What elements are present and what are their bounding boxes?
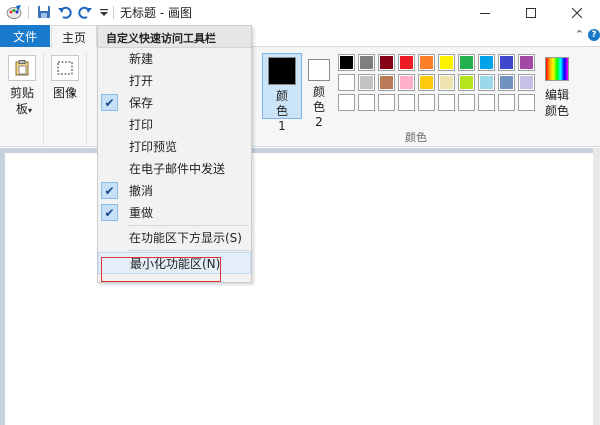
checkmark-icon: ✔: [101, 182, 118, 199]
palette-swatch[interactable]: [398, 54, 415, 71]
color2-label: 颜色 2: [312, 85, 325, 129]
clipboard-button[interactable]: 剪贴板 ▾: [7, 55, 37, 119]
edit-colors-icon: [545, 57, 569, 81]
menu-item-label: 打印预览: [129, 140, 178, 154]
palette-swatch[interactable]: [418, 54, 435, 71]
palette-swatch[interactable]: [338, 54, 355, 71]
color-group-label: 颜色: [405, 131, 427, 144]
palette-swatch[interactable]: [398, 74, 415, 91]
save-icon[interactable]: [36, 4, 52, 20]
palette-swatch[interactable]: [358, 94, 375, 111]
color2-swatch: [308, 59, 330, 81]
close-button[interactable]: [554, 0, 600, 25]
customize-toolbar-dropdown-icon[interactable]: [96, 4, 112, 20]
menu-item-label: 重做: [129, 206, 154, 220]
menu-item-show-below[interactable]: 在功能区下方显示(S): [98, 227, 251, 249]
menu-item-label: 在功能区下方显示(S): [129, 231, 242, 245]
palette-swatch[interactable]: [438, 54, 455, 71]
palette-swatch[interactable]: [458, 74, 475, 91]
palette-swatch[interactable]: [418, 94, 435, 111]
menu-separator: [128, 250, 249, 251]
checkmark-icon: ✔: [101, 94, 118, 111]
palette-swatch[interactable]: [458, 94, 475, 111]
menu-item[interactable]: ✔ 保存: [98, 92, 251, 114]
palette-swatch[interactable]: [518, 54, 535, 71]
palette-swatch[interactable]: [438, 94, 455, 111]
menu-item-label: 撤消: [129, 184, 154, 198]
menu-item[interactable]: 打印: [98, 114, 251, 136]
menu-separator: [128, 225, 249, 226]
color2-button[interactable]: 颜色 2: [306, 53, 332, 129]
palette-swatch[interactable]: [518, 94, 535, 111]
paint-app-icon[interactable]: [6, 4, 22, 20]
checkmark-icon: ✔: [101, 204, 118, 221]
palette-swatch[interactable]: [358, 54, 375, 71]
redo-icon[interactable]: [77, 4, 93, 20]
palette-swatch[interactable]: [398, 94, 415, 111]
color1-swatch: [268, 57, 296, 85]
ribbon-tab-bar: 文件 主页 ⌃ ?: [0, 25, 600, 48]
image-label: 图像: [52, 86, 77, 100]
menu-item-label: 新建: [129, 52, 154, 66]
menu-item[interactable]: 新建: [98, 48, 251, 70]
vertical-scrollbar[interactable]: [593, 148, 600, 425]
palette-swatch[interactable]: [338, 74, 355, 91]
palette-swatch[interactable]: [478, 94, 495, 111]
customize-quick-access-menu: 自定义快速访问工具栏 新建打开 ✔ 保存打印打印预览在电子邮件中发送 ✔ 撤消 ✔ 重做 在…: [97, 25, 252, 283]
window-title: 无标题 - 画图: [120, 6, 192, 20]
color-palette: [338, 54, 538, 114]
chevron-up-icon[interactable]: ⌃: [575, 28, 584, 41]
menu-item-label: 在电子邮件中发送: [129, 162, 226, 176]
workspace: [0, 148, 600, 425]
maximize-button[interactable]: [508, 0, 554, 25]
palette-row-2: [338, 74, 538, 91]
menu-item[interactable]: ✔ 重做: [98, 202, 251, 224]
menu-item[interactable]: ✔ 撤消: [98, 180, 251, 202]
minimize-icon: [480, 12, 490, 14]
edit-colors-label: 编辑颜色: [544, 88, 569, 118]
palette-swatch[interactable]: [418, 74, 435, 91]
palette-swatch[interactable]: [378, 54, 395, 71]
clipboard-icon: [8, 55, 36, 81]
palette-swatch[interactable]: [498, 74, 515, 91]
palette-swatch[interactable]: [498, 54, 515, 71]
menu-item[interactable]: 打开: [98, 70, 251, 92]
menu-item-label: 打开: [129, 74, 154, 88]
edit-colors-button[interactable]: 编辑颜色: [540, 57, 574, 119]
palette-swatch[interactable]: [378, 94, 395, 111]
palette-swatch[interactable]: [378, 74, 395, 91]
palette-swatch[interactable]: [518, 74, 535, 91]
minimize-button[interactable]: [462, 0, 508, 25]
menu-item-label: 保存: [129, 96, 154, 110]
palette-swatch[interactable]: [438, 74, 455, 91]
palette-row-3: [338, 94, 538, 111]
palette-swatch[interactable]: [338, 94, 355, 111]
help-icon[interactable]: ?: [588, 29, 600, 41]
image-button[interactable]: 图像 ▾: [50, 55, 80, 103]
palette-row-1: [338, 54, 538, 71]
menu-item[interactable]: 在电子邮件中发送: [98, 158, 251, 180]
menu-items: 新建打开 ✔ 保存打印打印预览在电子邮件中发送 ✔ 撤消 ✔ 重做: [98, 48, 251, 224]
maximize-icon: [526, 7, 536, 18]
palette-swatch[interactable]: [458, 54, 475, 71]
palette-swatch[interactable]: [358, 74, 375, 91]
select-icon: [51, 55, 79, 81]
ribbon-panel: 剪贴板 ▾ 图像 ▾ 颜色 1 颜色 2 编辑颜色 颜色: [0, 47, 600, 147]
drawing-canvas[interactable]: [5, 153, 593, 425]
undo-icon[interactable]: [57, 4, 73, 20]
palette-swatch[interactable]: [498, 94, 515, 111]
close-icon: [572, 7, 582, 18]
palette-swatch[interactable]: [478, 74, 495, 91]
title-bar: 无标题 - 画图: [0, 0, 600, 25]
menu-item[interactable]: 打印预览: [98, 136, 251, 158]
palette-swatch[interactable]: [478, 54, 495, 71]
menu-item-label: 打印: [129, 118, 154, 132]
color1-label: 颜色 1: [275, 89, 288, 133]
highlight-annotation: [101, 257, 221, 282]
tab-file[interactable]: 文件: [0, 25, 50, 47]
tab-home[interactable]: 主页: [51, 25, 97, 48]
menu-header: 自定义快速访问工具栏: [98, 26, 251, 48]
color1-button[interactable]: 颜色 1: [262, 53, 302, 133]
